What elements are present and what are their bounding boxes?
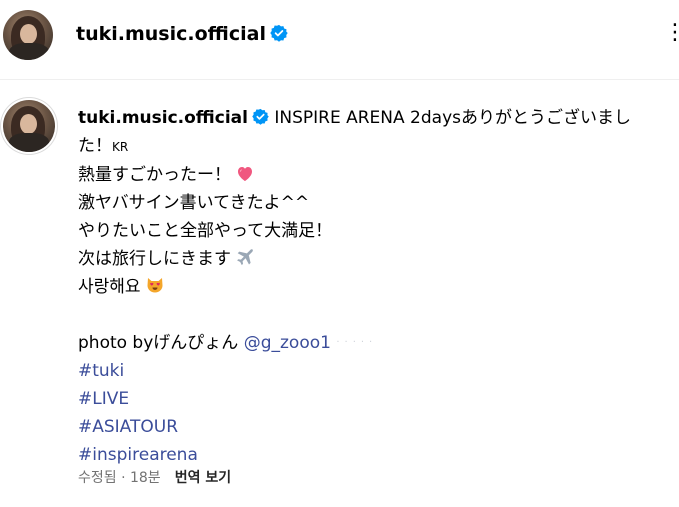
hashtag-link[interactable]: #tuki [78, 357, 678, 385]
faded-dots: ····· [336, 337, 378, 348]
hashtag-link[interactable]: #inspirearena [78, 441, 678, 469]
heart-eyes-cat-emoji-icon [147, 278, 163, 293]
caption-username[interactable]: tuki.music.official [78, 108, 248, 128]
photo-by-text: photo byげんぴょん [78, 333, 239, 353]
avatar-face [20, 114, 37, 134]
verified-badge-icon [270, 24, 288, 42]
post-header: tuki.music.official ⋮ [0, 0, 679, 80]
heart-emoji-icon [238, 167, 252, 181]
caption-text-3: 熱量すごかったー！ [78, 165, 231, 185]
caption-text-7: 사랑해요 [78, 277, 141, 297]
header-username[interactable]: tuki.music.official [76, 23, 266, 45]
caption-photo-credit: photo byげんぴょん @g_zooo1 ····· [78, 329, 678, 357]
caption-text-6: 次は旅行しにきます [78, 249, 231, 269]
photo-mention-link[interactable]: @g_zooo1 [244, 333, 331, 353]
caption-line-1: tuki.music.official INSPIRE ARENA 2daysあ… [78, 104, 678, 132]
see-translation-button[interactable]: 번역 보기 [175, 470, 231, 486]
verified-badge-icon [252, 108, 269, 125]
caption-text-1: INSPIRE ARENA 2daysありがとうございまし [274, 108, 631, 128]
post-avatar[interactable] [3, 100, 55, 152]
avatar-face [20, 24, 37, 44]
caption-text-2: た！ [78, 136, 112, 156]
caption-line-5: やりたいこと全部やって大満足！ [78, 221, 333, 241]
post-caption: tuki.music.official INSPIRE ARENA 2daysあ… [78, 104, 678, 469]
caption-line-3: 熱量すごかったー！ [78, 161, 678, 189]
hashtag-link[interactable]: #LIVE [78, 385, 678, 413]
caption-line-7: 사랑해요 [78, 273, 678, 301]
edited-timestamp: 수정됨 · 18분 [78, 470, 161, 486]
airplane-emoji-icon [237, 249, 253, 266]
header-username-row: tuki.music.official [76, 20, 288, 48]
caption-line-2: た！KR [78, 132, 678, 161]
hashtag-link[interactable]: #ASIATOUR [78, 413, 678, 441]
caption-line-4: 激ヤバサイン書いてきたよ^^ [78, 193, 310, 213]
header-avatar[interactable] [3, 10, 53, 60]
caption-line-6: 次は旅行しにきます [78, 245, 678, 273]
kr-tag: KR [112, 140, 129, 154]
post-footer: 수정됨 · 18분 번역 보기 [78, 466, 231, 490]
avatar-body [9, 43, 49, 60]
avatar-body [9, 133, 49, 152]
more-options-icon[interactable]: ⋮ [664, 18, 679, 48]
